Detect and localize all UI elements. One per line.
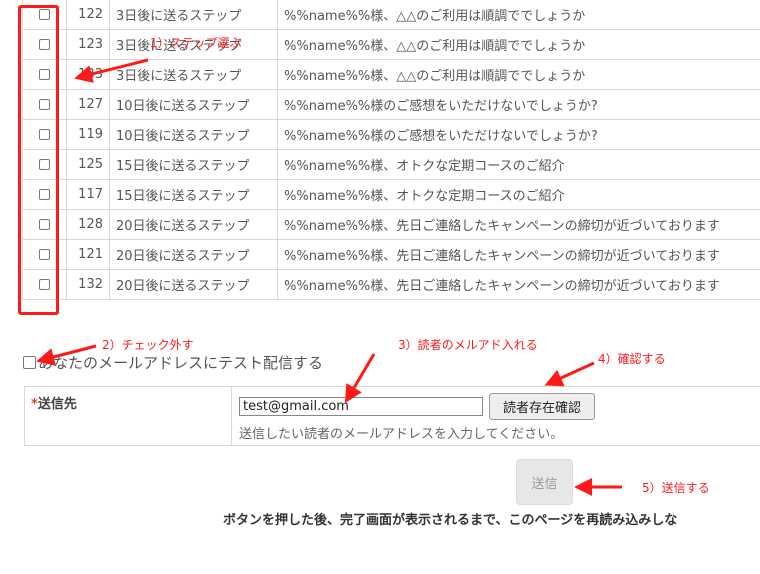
test-send-row[interactable]: あなたのメールアドレスにテスト配信する [23,352,323,373]
table-row: 119 10日後に送るステップ %%name%%様のご感想をいただけないでしょうか? [22,119,760,150]
destination-email-input[interactable] [239,397,483,416]
step-subject: %%name%%様、先日ご連絡したキャンペーンの締切が近づいております [277,239,760,270]
step-subject: %%name%%様、△△のご利用は順調ででしょうか [277,59,760,90]
annotation-step2: 2）チェック外す [102,338,194,352]
table-row: 132 20日後に送るステップ %%name%%様、先日ご連絡したキャンペーンの締切… [22,269,760,300]
send-button[interactable]: 送信 [516,459,573,505]
annotation-step4: 4）確認する [598,352,666,366]
table-row: 121 20日後に送るステップ %%name%%様、先日ご連絡したキャンペーンの締切… [22,239,760,270]
table-row: 127 10日後に送るステップ %%name%%様のご感想をいただけないでしょうか? [22,89,760,120]
step-name: 3日後に送るステップ [109,59,278,90]
required-mark: * [31,397,38,412]
table-row: 128 20日後に送るステップ %%name%%様、先日ご連絡したキャンペーンの締切… [22,209,760,240]
destination-help-text: 送信したい読者のメールアドレスを入力してください。 [239,427,564,442]
table-row: 117 15日後に送るステップ %%name%%様、オトクな定期コースのご紹介 [22,179,760,210]
step-id: 123 [66,29,110,60]
test-send-checkbox[interactable] [23,356,36,369]
annotation-step1: 1）ステップ選ぶ [150,36,242,50]
step-subject: %%name%%様、オトクな定期コースのご紹介 [277,149,760,180]
step-id: 128 [66,209,110,240]
step-subject: %%name%%様、先日ご連絡したキャンペーンの締切が近づいております [277,269,760,300]
annotation-step5: 5）送信する [642,481,710,495]
table-row: 122 3日後に送るステップ %%name%%様、△△のご利用は順調ででしょうか [22,0,760,30]
highlight-checkbox-column [18,5,59,315]
reader-exists-check-button[interactable]: 読者存在確認 [489,393,595,420]
step-id: 132 [66,269,110,300]
step-id: 122 [66,0,110,30]
arrow-step4 [544,361,595,387]
step-name: 15日後に送るステップ [109,179,278,210]
page: 122 3日後に送るステップ %%name%%様、△△のご利用は順調ででしょうか 12… [0,0,760,574]
table-row: 133 3日後に送るステップ %%name%%様、△△のご利用は順調ででしょうか [22,59,760,90]
test-send-label: あなたのメールアドレスにテスト配信する [38,354,324,372]
reload-warning-note: ボタンを押した後、完了画面が表示されるまで、このページを再読み込みしな [223,513,678,528]
destination-divider [231,387,232,445]
step-name: 10日後に送るステップ [109,89,278,120]
table-row: 123 3日後に送るステップ %%name%%様、△△のご利用は順調ででしょうか [22,29,760,60]
step-id: 119 [66,119,110,150]
step-id: 127 [66,89,110,120]
destination-label-text: 送信先 [37,397,77,412]
step-id: 133 [66,59,110,90]
step-subject: %%name%%様のご感想をいただけないでしょうか? [277,89,760,120]
step-id: 117 [66,179,110,210]
step-id: 125 [66,149,110,180]
annotation-step3: 3）読者のメルアド入れる [398,338,538,352]
step-name: 20日後に送るステップ [109,209,278,240]
step-subject: %%name%%様、△△のご利用は順調ででしょうか [277,29,760,60]
destination-section: *送信先 読者存在確認 送信したい読者のメールアドレスを入力してください。 [24,386,760,446]
step-subject: %%name%%様、オトクな定期コースのご紹介 [277,179,760,210]
step-subject: %%name%%様、△△のご利用は順調ででしょうか [277,0,760,30]
table-row: 125 15日後に送るステップ %%name%%様、オトクな定期コースのご紹介 [22,149,760,180]
step-name: 20日後に送るステップ [109,269,278,300]
destination-label: *送信先 [31,393,77,412]
step-id: 121 [66,239,110,270]
step-name: 10日後に送るステップ [109,119,278,150]
step-subject: %%name%%様のご感想をいただけないでしょうか? [277,119,760,150]
step-name: 15日後に送るステップ [109,149,278,180]
step-mail-table: 122 3日後に送るステップ %%name%%様、△△のご利用は順調ででしょうか 12… [22,0,760,300]
step-name: 20日後に送るステップ [109,239,278,270]
step-name: 3日後に送るステップ [109,0,278,30]
step-subject: %%name%%様、先日ご連絡したキャンペーンの締切が近づいております [277,209,760,240]
